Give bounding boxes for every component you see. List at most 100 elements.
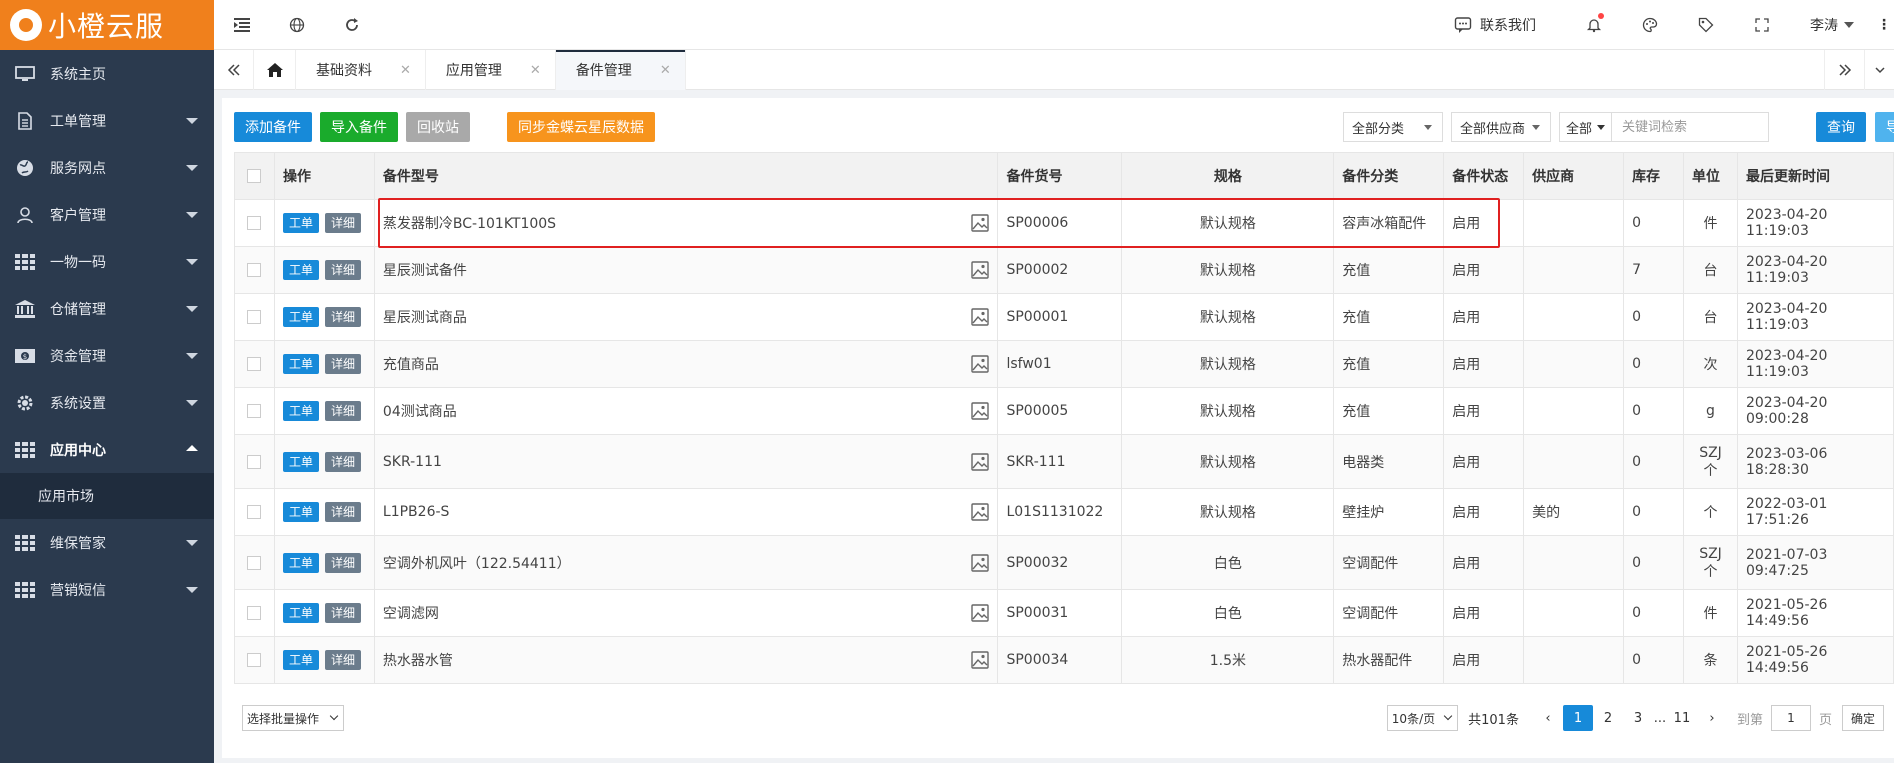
sidebar-item-6[interactable]: $ 资金管理 [0, 332, 214, 379]
tab-1[interactable]: 应用管理 ✕ [426, 50, 556, 90]
row-checkbox[interactable] [247, 653, 262, 667]
logo[interactable]: 小橙云服 [0, 0, 214, 50]
tabs-scroll-left-icon[interactable] [214, 50, 254, 90]
detail-button[interactable]: 详细 [324, 650, 361, 670]
theme-palette-icon[interactable] [1622, 17, 1678, 33]
image-icon[interactable] [971, 553, 990, 576]
globe-icon[interactable] [269, 0, 324, 50]
row-checkbox[interactable] [247, 606, 262, 620]
table-row[interactable]: 工单 详细 空调滤网 SP00031 白色 空调配件 启用 0 件 2021-05-26 14:4… [234, 589, 1894, 637]
sidebar-item-8[interactable]: 应用中心 [0, 426, 214, 473]
detail-button[interactable]: 详细 [324, 451, 361, 472]
image-icon[interactable] [971, 503, 990, 525]
tabs-menu-chevron-down-icon[interactable] [1864, 50, 1894, 90]
table-row[interactable]: 工单 详细 充值商品 lsfw01 默认规格 充值 启用 0 次 2023-04-20 11:19… [234, 340, 1894, 388]
detail-button[interactable]: 详细 [324, 401, 361, 421]
image-icon[interactable] [971, 604, 990, 626]
row-checkbox[interactable] [247, 357, 262, 371]
sync-kingdee-button[interactable]: 同步金蝶云星辰数据 [507, 112, 655, 142]
image-icon[interactable] [971, 214, 990, 236]
page-11[interactable]: 11 [1667, 705, 1697, 731]
user-menu[interactable]: 李涛 [1810, 15, 1854, 35]
sidebar-subitem-app-market[interactable]: 应用市场 [0, 473, 214, 519]
home-tab[interactable] [254, 50, 296, 90]
goto-confirm-button[interactable]: 确定 [1841, 705, 1884, 731]
sidebar-item-9[interactable]: 维保管家 [0, 519, 214, 566]
fullscreen-icon[interactable] [1734, 18, 1790, 32]
detail-button[interactable]: 详细 [324, 552, 361, 573]
import-parts-button[interactable]: 导入备件 [320, 112, 398, 142]
work-order-button[interactable]: 工单 [282, 552, 319, 573]
refresh-icon[interactable] [324, 0, 379, 50]
work-order-button[interactable]: 工单 [282, 401, 319, 421]
work-order-button[interactable]: 工单 [282, 650, 319, 670]
sidebar-item-5[interactable]: 仓储管理 [0, 285, 214, 332]
menu-toggle-icon[interactable] [214, 0, 269, 50]
per-page-select[interactable]: 10条/页 [1386, 705, 1459, 731]
row-checkbox[interactable] [247, 454, 262, 469]
detail-button[interactable]: 详细 [324, 307, 361, 327]
table-row[interactable]: 工单 详细 L1PB26-S L01S1131022 默认规格 壁挂炉 启用 美的 0 个 2022… [234, 488, 1894, 536]
image-icon[interactable] [971, 452, 990, 475]
work-order-button[interactable]: 工单 [282, 307, 319, 327]
table-row[interactable]: 工单 详细 SKR-111 SKR-111 默认规格 电器类 启用 0 SZJ 个 2023-03-… [234, 434, 1894, 489]
detail-button[interactable]: 详细 [324, 354, 361, 374]
page-2[interactable]: 2 [1593, 705, 1623, 731]
work-order-button[interactable]: 工单 [282, 354, 319, 374]
image-icon[interactable] [971, 402, 990, 424]
export-button[interactable]: 导出 [1875, 112, 1894, 142]
image-icon[interactable] [971, 355, 990, 377]
work-order-button[interactable]: 工单 [282, 260, 319, 280]
image-icon[interactable] [971, 308, 990, 330]
sidebar-item-2[interactable]: 服务网点 [0, 144, 214, 191]
next-page-icon[interactable]: › [1697, 705, 1727, 731]
work-order-button[interactable]: 工单 [282, 603, 319, 623]
tabs-scroll-right-icon[interactable] [1824, 50, 1864, 90]
contact-us-button[interactable]: 联系我们 [1454, 15, 1536, 35]
image-icon[interactable] [971, 261, 990, 283]
row-checkbox[interactable] [247, 555, 262, 570]
batch-action-select[interactable]: 选择批量操作 [242, 705, 345, 731]
sidebar-item-10[interactable]: 营销短信 [0, 566, 214, 613]
sidebar-item-0[interactable]: 系统主页 [0, 50, 214, 97]
tag-icon[interactable] [1678, 17, 1734, 33]
keyword-search-input[interactable] [1612, 113, 1760, 141]
bell-icon[interactable] [1566, 13, 1622, 33]
sidebar-item-3[interactable]: 客户管理 [0, 191, 214, 238]
close-icon[interactable]: ✕ [400, 63, 411, 78]
row-checkbox[interactable] [247, 216, 262, 230]
tab-0[interactable]: 基础资料 ✕ [296, 50, 426, 90]
prev-page-icon[interactable]: ‹ [1533, 705, 1563, 731]
detail-button[interactable]: 详细 [324, 213, 361, 233]
more-vertical-icon[interactable]: ⋮ [1874, 17, 1894, 33]
tab-2[interactable]: 备件管理 ✕ [555, 50, 686, 90]
table-row[interactable]: 工单 详细 蒸发器制冷BC-101KT100S SP00006 默认规格 容声冰箱配件 启用… [234, 199, 1894, 247]
detail-button[interactable]: 详细 [324, 260, 361, 280]
close-icon[interactable]: ✕ [530, 63, 541, 78]
category-filter-select[interactable]: 全部分类 [1343, 112, 1443, 142]
detail-button[interactable]: 详细 [324, 603, 361, 623]
recycle-bin-button[interactable]: 回收站 [406, 112, 470, 142]
sidebar-item-4[interactable]: 一物一码 [0, 238, 214, 285]
table-row[interactable]: 工单 详细 热水器水管 SP00034 1.5米 热水器配件 启用 0 条 2021-05-26 … [234, 636, 1894, 684]
select-all-checkbox[interactable] [247, 169, 262, 183]
page-3[interactable]: 3 [1623, 705, 1653, 731]
row-checkbox[interactable] [247, 505, 262, 519]
work-order-button[interactable]: 工单 [282, 502, 319, 522]
search-scope-select[interactable]: 全部 [1560, 113, 1612, 141]
page-1[interactable]: 1 [1562, 705, 1593, 731]
table-row[interactable]: 工单 详细 星辰测试商品 SP00001 默认规格 充值 启用 0 台 2023-04-20 11… [234, 293, 1894, 341]
image-icon[interactable] [971, 651, 990, 673]
detail-button[interactable]: 详细 [324, 502, 361, 522]
sidebar-item-7[interactable]: 系统设置 [0, 379, 214, 426]
table-row[interactable]: 工单 详细 空调外机风叶（122.54411） SP00032 白色 空调配件 启用 0 SZJ… [234, 535, 1894, 590]
add-part-button[interactable]: 添加备件 [234, 112, 312, 142]
row-checkbox[interactable] [247, 263, 262, 277]
supplier-filter-select[interactable]: 全部供应商 [1451, 112, 1551, 142]
table-row[interactable]: 工单 详细 星辰测试备件 SP00002 默认规格 充值 启用 7 台 2023-04-20 11… [234, 246, 1894, 294]
row-checkbox[interactable] [247, 310, 262, 324]
sidebar-item-1[interactable]: 工单管理 [0, 97, 214, 144]
query-button[interactable]: 查询 [1816, 112, 1866, 142]
table-row[interactable]: 工单 详细 04测试商品 SP00005 默认规格 充值 启用 0 g 2023-04-20 09… [234, 387, 1894, 435]
work-order-button[interactable]: 工单 [282, 213, 319, 233]
